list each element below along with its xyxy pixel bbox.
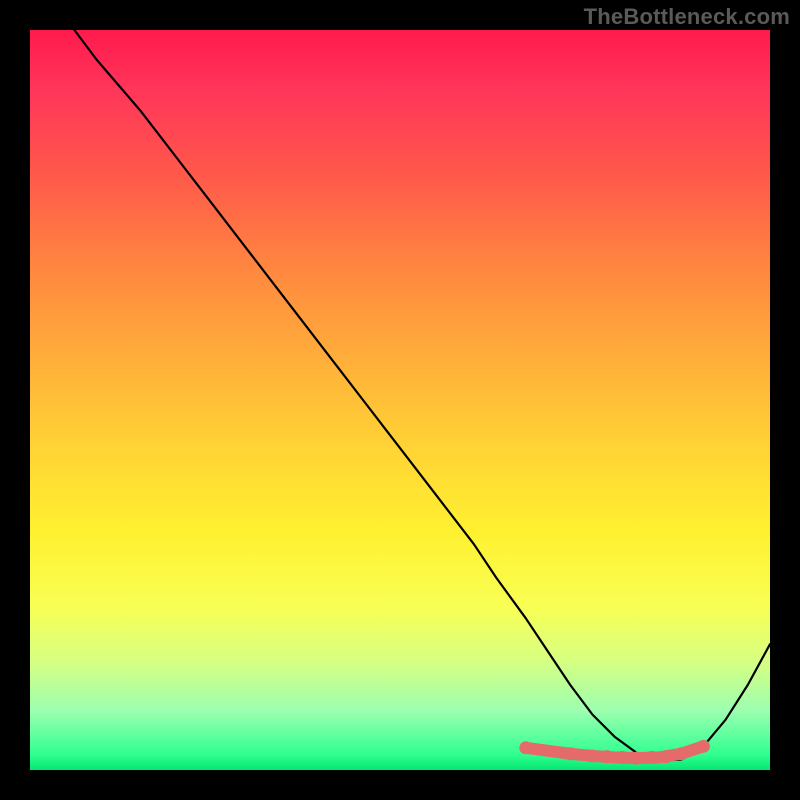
optimal-zone-dot <box>616 751 629 764</box>
chart-svg <box>30 30 770 770</box>
optimal-zone-dot <box>519 741 532 754</box>
watermark: TheBottleneck.com <box>584 4 790 30</box>
optimal-zone-dot <box>675 747 688 760</box>
chart-frame: TheBottleneck.com <box>0 0 800 800</box>
optimal-zone-dot <box>645 751 658 764</box>
optimal-zone-dot <box>586 749 599 762</box>
optimal-zone-dot <box>601 750 614 763</box>
optimal-zone-dot <box>660 750 673 763</box>
chart-plot-area <box>30 30 770 770</box>
optimal-zone-dot <box>630 752 643 765</box>
optimal-zone-dot <box>564 747 577 760</box>
optimal-zone-dot <box>697 740 710 753</box>
bottleneck-curve <box>74 30 770 760</box>
